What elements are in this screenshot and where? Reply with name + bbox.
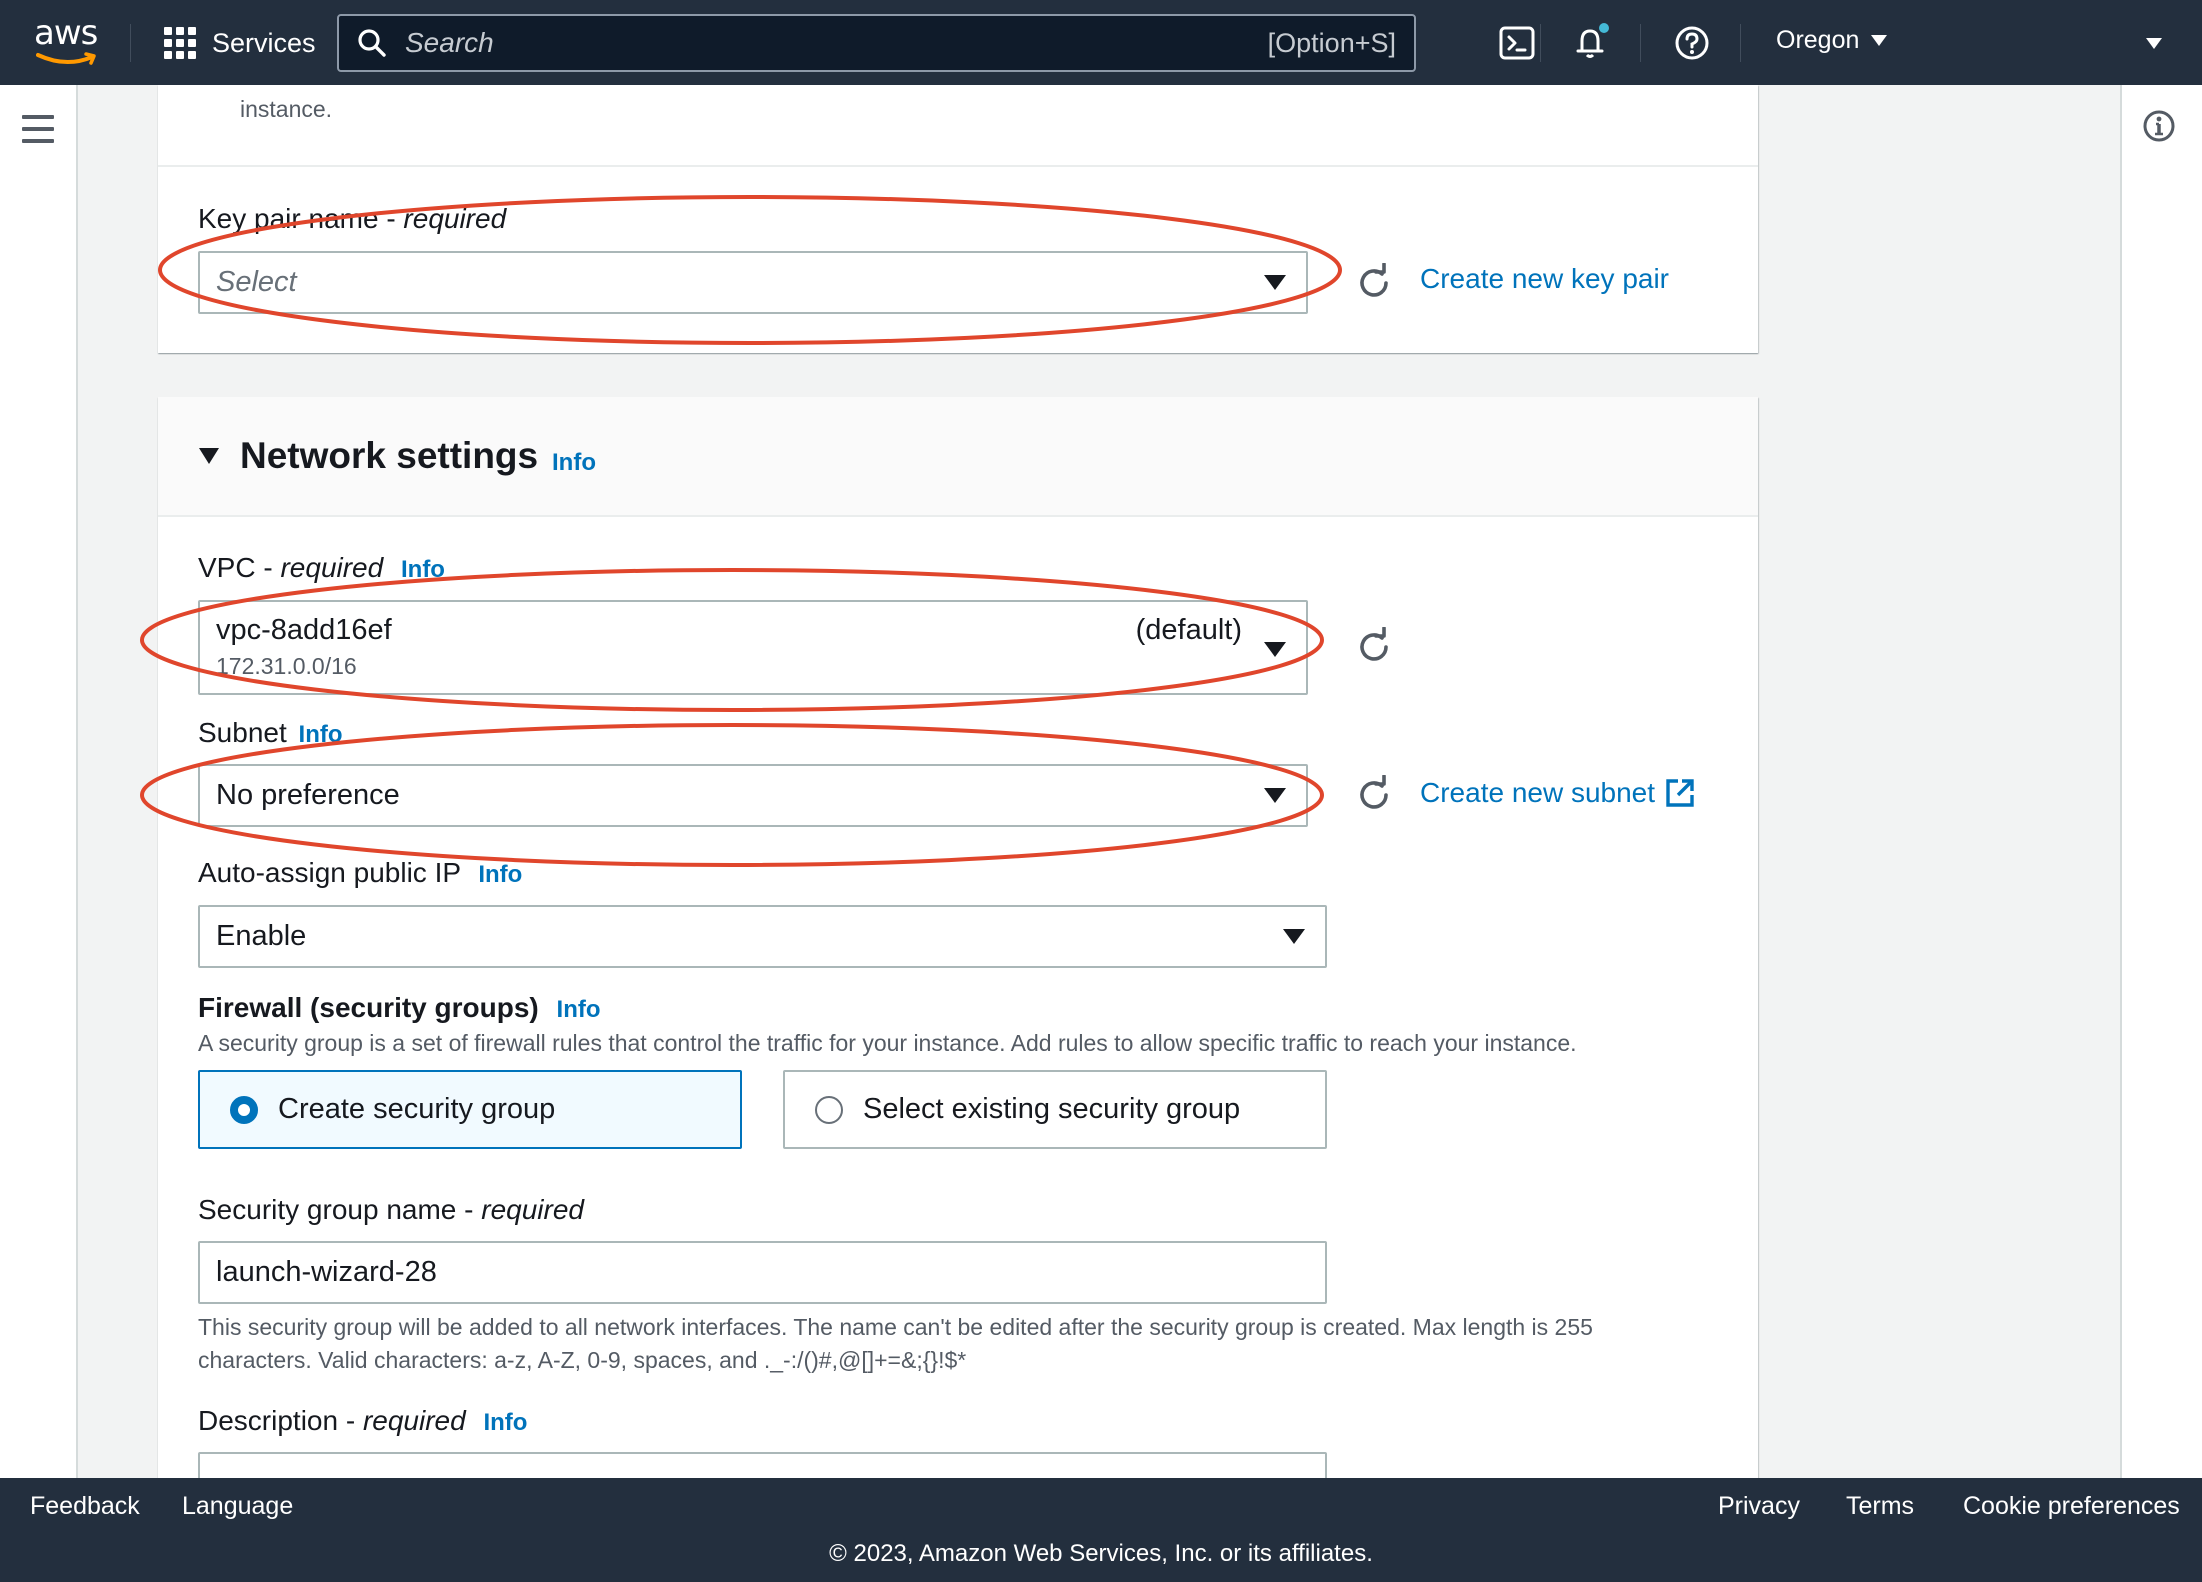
notifications-button[interactable] <box>1571 22 1613 64</box>
description-info-link[interactable]: Info <box>483 1409 527 1436</box>
cookie-preferences-link[interactable]: Cookie preferences <box>1963 1492 2180 1521</box>
account-menu-button[interactable] <box>2146 36 2162 54</box>
divider <box>158 165 1758 167</box>
services-menu-button[interactable]: Services <box>164 22 316 64</box>
create-security-group-label: Create security group <box>278 1093 556 1125</box>
create-key-pair-link[interactable]: Create new key pair <box>1420 263 1669 295</box>
subnet-info-link[interactable]: Info <box>299 721 343 748</box>
key-pair-panel: instance. Key pair name - required Selec… <box>158 85 1758 353</box>
caret-down-icon <box>1283 929 1305 944</box>
refresh-icon[interactable] <box>1354 263 1394 303</box>
description-label: Description - required Info <box>198 1405 528 1436</box>
external-link-icon <box>1666 779 1694 807</box>
caret-down-icon <box>1264 788 1286 803</box>
search-icon <box>358 29 386 57</box>
auto-assign-ip-value: Enable <box>216 920 307 952</box>
create-subnet-link[interactable]: Create new subnet <box>1420 777 1695 809</box>
select-existing-security-group-label: Select existing security group <box>863 1093 1241 1125</box>
aws-smile-icon <box>36 52 96 65</box>
menu-icon[interactable] <box>22 115 54 143</box>
auto-assign-ip-label: Auto-assign public IP Info <box>198 857 523 888</box>
create-security-group-option[interactable]: Create security group <box>198 1070 742 1149</box>
create-subnet-label: Create new subnet <box>1420 777 1656 808</box>
subnet-label: Subnet Info <box>198 717 343 748</box>
right-help-rail <box>2120 85 2202 1478</box>
vpc-select[interactable]: vpc-8add16ef 172.31.0.0/16 (default) <box>198 600 1308 695</box>
security-group-name-label: Security group name - required <box>198 1194 584 1225</box>
info-panel-icon[interactable] <box>2142 109 2176 143</box>
vpc-id: vpc-8add16ef <box>216 614 392 646</box>
feedback-link[interactable]: Feedback <box>30 1492 140 1521</box>
firewall-label: Firewall (security groups) Info <box>198 992 601 1023</box>
search-bar[interactable]: [Option+S] <box>337 14 1416 72</box>
nav-separator <box>1640 24 1641 62</box>
region-label: Oregon <box>1776 26 1860 54</box>
radio-selected-icon <box>230 1095 258 1124</box>
firewall-description: A security group is a set of firewall ru… <box>198 1030 1577 1056</box>
auto-assign-ip-select[interactable]: Enable <box>198 905 1327 968</box>
bell-icon <box>1576 23 1609 58</box>
network-settings-header[interactable]: Network settings Info <box>158 397 1758 515</box>
key-pair-description-fragment: instance. <box>240 96 333 122</box>
copyright-text: © 2023, Amazon Web Services, Inc. or its… <box>829 1540 1373 1567</box>
terms-link[interactable]: Terms <box>1846 1492 1914 1521</box>
network-settings-title: Network settings <box>240 435 539 476</box>
aws-logo[interactable]: aws <box>34 16 100 70</box>
services-label: Services <box>212 27 316 58</box>
firewall-info-link[interactable]: Info <box>557 996 601 1023</box>
security-group-name-input[interactable] <box>198 1241 1327 1304</box>
search-shortcut-hint: [Option+S] <box>1267 27 1396 58</box>
network-settings-info-link[interactable]: Info <box>552 449 596 477</box>
nav-separator <box>1540 24 1541 62</box>
key-pair-label: Key pair name - required <box>198 203 507 234</box>
select-existing-security-group-option[interactable]: Select existing security group <box>783 1070 1327 1149</box>
left-navigation-rail <box>0 85 78 1478</box>
refresh-icon[interactable] <box>1354 627 1394 667</box>
vpc-label: VPC - required Info <box>198 552 445 583</box>
vpc-default-tag: (default) <box>1135 614 1242 646</box>
footer: Feedback Language Privacy Terms Cookie p… <box>0 1478 2202 1582</box>
subnet-select-value: No preference <box>216 779 400 811</box>
nav-separator <box>130 24 131 62</box>
chevron-down-icon <box>1871 35 1888 46</box>
vpc-info-link[interactable]: Info <box>401 556 445 583</box>
privacy-link[interactable]: Privacy <box>1718 1492 1800 1521</box>
cloudshell-icon <box>1499 26 1535 60</box>
top-navigation-bar: aws Services [Option+S] <box>0 0 2202 85</box>
caret-down-icon <box>1264 275 1286 290</box>
region-selector[interactable]: Oregon <box>1776 26 1888 55</box>
refresh-icon[interactable] <box>1354 775 1394 815</box>
network-settings-panel: Network settings Info VPC - required Inf… <box>158 397 1758 1515</box>
nav-separator <box>1740 24 1741 62</box>
aws-logo-text: aws <box>34 13 98 53</box>
services-grid-icon <box>164 27 196 59</box>
key-pair-select-placeholder: Select <box>216 266 297 298</box>
security-group-name-hint: This security group will be added to all… <box>198 1314 1593 1373</box>
key-pair-select[interactable]: Select <box>198 251 1308 314</box>
caret-down-icon <box>199 448 219 464</box>
auto-assign-ip-info-link[interactable]: Info <box>478 861 522 888</box>
help-icon <box>1675 26 1709 60</box>
chevron-down-icon <box>2146 38 2162 49</box>
subnet-select[interactable]: No preference <box>198 764 1308 827</box>
caret-down-icon <box>1264 642 1286 657</box>
vpc-cidr: 172.31.0.0/16 <box>216 653 357 679</box>
cloudshell-button[interactable] <box>1496 22 1538 64</box>
divider <box>158 515 1758 517</box>
radio-unselected-icon <box>815 1095 843 1124</box>
language-link[interactable]: Language <box>182 1492 293 1521</box>
vpc-select-value: vpc-8add16ef 172.31.0.0/16 <box>216 614 392 680</box>
search-input[interactable] <box>405 27 1268 59</box>
help-button[interactable] <box>1671 22 1713 64</box>
